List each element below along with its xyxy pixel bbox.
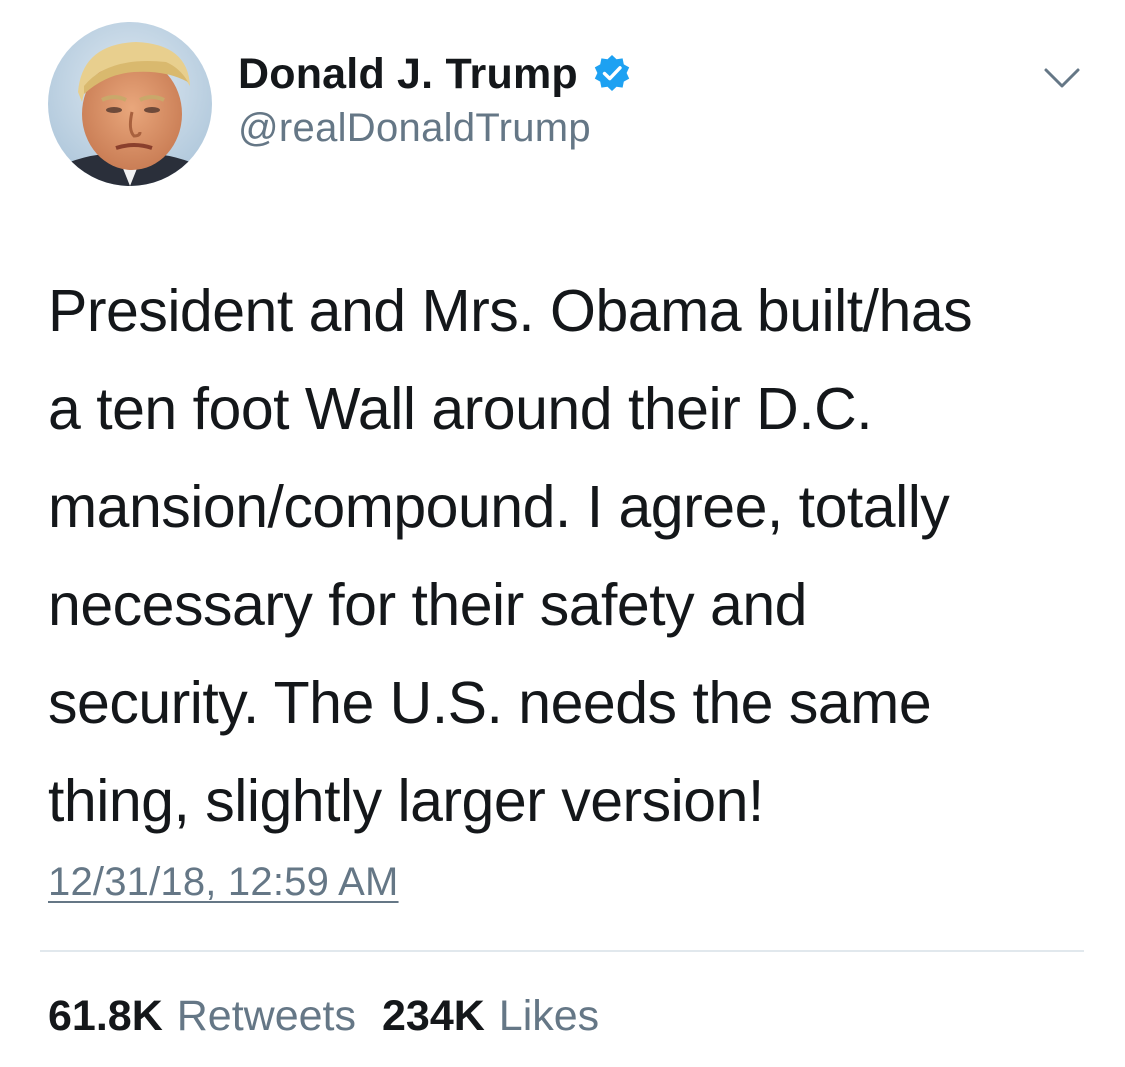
user-handle[interactable]: @realDonaldTrump [238, 106, 632, 151]
tweet-text-line: security. The U.S. needs the same [48, 670, 932, 736]
tweet-text-line: President and Mrs. Obama built/has [48, 278, 973, 344]
tweet-text-line: mansion/compound. I agree, totally [48, 474, 950, 540]
retweets-label: Retweets [176, 992, 356, 1040]
author-info[interactable]: Donald J. Trump @realDonaldTrump [238, 44, 632, 151]
retweets-count: 61.8K [48, 992, 163, 1040]
tweet-card: Donald J. Trump @realDonaldTrump Preside… [0, 0, 1125, 1067]
tweet-timestamp-link[interactable]: 12/31/18, 12:59 AM [48, 860, 399, 905]
display-name[interactable]: Donald J. Trump [238, 50, 578, 99]
likes-count: 234K [382, 992, 485, 1040]
display-name-row: Donald J. Trump [238, 44, 632, 104]
avatar-image [48, 22, 212, 186]
verified-badge-icon [592, 54, 632, 94]
tweet-stats: 61.8K Retweets 234K Likes [48, 992, 599, 1041]
chevron-down-icon[interactable] [1040, 62, 1084, 94]
tweet-text-line: a ten foot Wall around their D.C. [48, 376, 873, 442]
likes-label: Likes [498, 992, 600, 1040]
retweets-stat[interactable]: 61.8K Retweets [48, 992, 356, 1041]
tweet-text-line: necessary for their safety and [48, 572, 807, 638]
avatar[interactable] [48, 22, 212, 186]
likes-stat[interactable]: 234K Likes [382, 992, 599, 1041]
divider [40, 950, 1084, 952]
tweet-text-line: thing, slightly larger version! [48, 768, 764, 834]
tweet-text: President and Mrs. Obama built/has a ten… [48, 262, 1098, 850]
